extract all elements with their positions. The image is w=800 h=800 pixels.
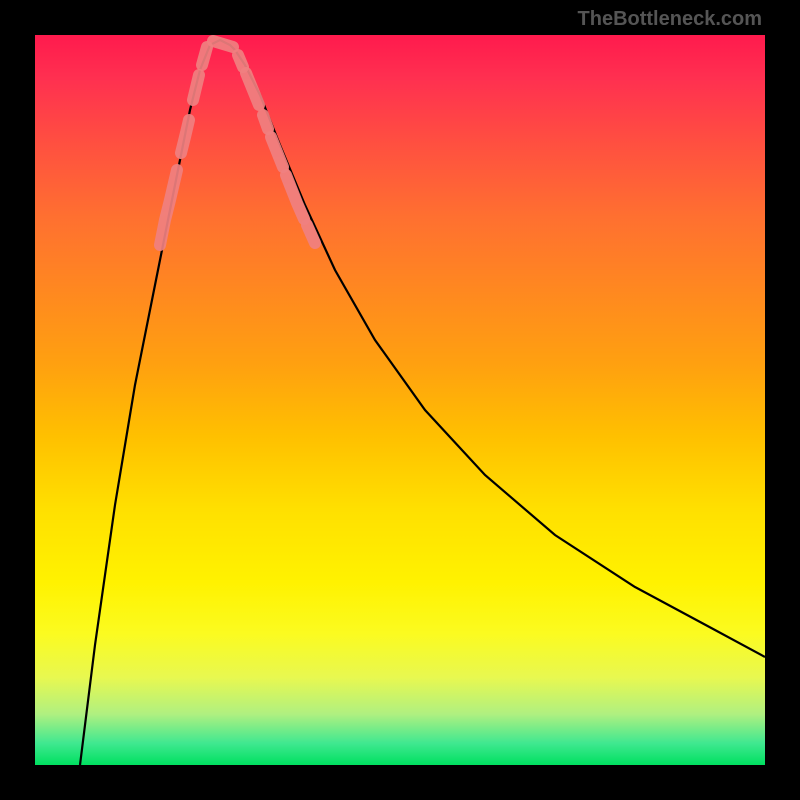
- marker-segment: [238, 55, 243, 67]
- chart-plot-area: [35, 35, 765, 765]
- marker-segment: [193, 75, 199, 100]
- marker-segment: [213, 41, 233, 47]
- chart-frame: TheBottleneck.com: [0, 0, 800, 800]
- chart-svg: [35, 35, 765, 765]
- marker-segment: [181, 120, 189, 153]
- marker-segment: [202, 47, 207, 65]
- marker-segment: [307, 225, 315, 243]
- marker-segments: [160, 41, 315, 245]
- marker-segment: [246, 73, 259, 105]
- marker-segment: [271, 137, 283, 167]
- marker-segment: [263, 115, 268, 129]
- attribution-text: TheBottleneck.com: [578, 8, 762, 31]
- marker-segment: [160, 170, 177, 245]
